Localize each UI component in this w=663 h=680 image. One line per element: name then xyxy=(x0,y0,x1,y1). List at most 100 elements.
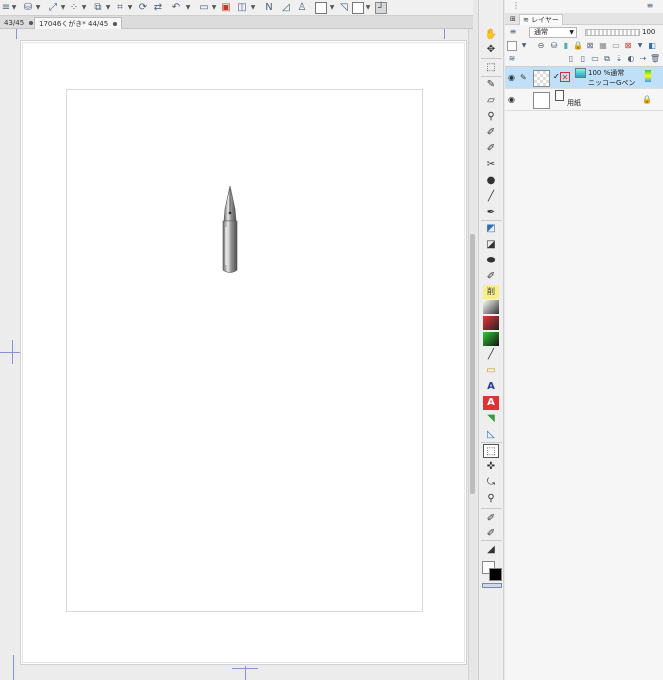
transparent-color-swatch[interactable] xyxy=(482,583,502,588)
layers-icon[interactable]: ≋ xyxy=(507,54,517,64)
trash-icon[interactable]: 🗑 xyxy=(650,54,660,64)
close-dot-icon[interactable] xyxy=(29,21,34,25)
link-icon[interactable]: ⤿ xyxy=(483,476,499,490)
layer-color-swatch-icon[interactable]: ◧ xyxy=(647,41,657,51)
pen-icon[interactable]: ✎ xyxy=(483,78,499,92)
gradient-icon[interactable] xyxy=(483,300,499,314)
folder-icon[interactable]: ▭ xyxy=(198,2,210,14)
perspective-icon[interactable]: ◿ xyxy=(280,2,292,14)
panel-grip-icon[interactable]: ⋮ xyxy=(511,1,521,11)
red-gradient-icon[interactable] xyxy=(483,316,499,330)
dropdown-arrow[interactable]: ▼ xyxy=(250,3,256,13)
fill-correct-icon[interactable]: 削 xyxy=(483,285,499,299)
fill-box-icon[interactable] xyxy=(315,2,327,14)
green-gradient-icon[interactable] xyxy=(483,332,499,346)
scissors-icon[interactable]: ✂ xyxy=(483,158,499,172)
flip-icon[interactable]: ⇄ xyxy=(152,2,164,14)
merge-down-icon[interactable]: ⇣ xyxy=(614,54,624,64)
fill-icon[interactable]: ◩ xyxy=(483,222,499,236)
sub-pen-icon[interactable]: ✐ xyxy=(483,512,499,526)
layer-menu-icon[interactable]: ≡ xyxy=(508,27,518,37)
marker-icon[interactable]: ✐ xyxy=(483,270,499,284)
drop-icon[interactable]: ● xyxy=(483,174,499,188)
frame-border-icon[interactable]: ▭ xyxy=(483,364,499,378)
balloon-text-icon[interactable]: A xyxy=(483,396,499,410)
chevron-down-icon[interactable]: ▼ xyxy=(635,41,645,51)
dropdown-arrow[interactable]: ▼ xyxy=(329,3,335,13)
balloon-icon[interactable]: ◥ xyxy=(483,412,499,426)
lock-icon[interactable]: 🔒 xyxy=(642,95,652,104)
rotate-icon[interactable]: ⟳ xyxy=(137,2,149,14)
dropdown-arrow[interactable]: ▼ xyxy=(35,3,41,13)
vertical-scrollbar[interactable] xyxy=(468,29,476,680)
transform-icon[interactable]: ⤢ xyxy=(47,2,59,14)
line-icon[interactable]: ╱ xyxy=(483,348,499,362)
layer-row-gpen[interactable]: ◉ ✎ ✓ ✕ 100 %通常 ニッコーGペン xyxy=(505,67,663,89)
bucket-icon[interactable]: ⛁ xyxy=(22,2,34,14)
dropdown-arrow[interactable]: ▼ xyxy=(365,3,371,13)
lock-transparent-icon[interactable]: ⊠ xyxy=(585,41,595,51)
expression-color-icon[interactable] xyxy=(507,41,517,51)
blend-mode-select[interactable]: 通常 ▼ xyxy=(529,27,577,38)
text-icon[interactable]: A xyxy=(483,380,499,394)
close-dot-icon[interactable] xyxy=(113,22,118,26)
pipette-icon[interactable]: ⚲ xyxy=(483,492,499,506)
opacity-value[interactable]: 100 xyxy=(642,27,656,38)
eyedropper-icon[interactable]: ✒ xyxy=(483,206,499,220)
dropdown-arrow[interactable]: ▼ xyxy=(127,3,133,13)
box-icon[interactable] xyxy=(352,2,364,14)
undo-icon[interactable]: ↶ xyxy=(170,2,182,14)
dropdown-arrow[interactable]: ▼ xyxy=(81,3,87,13)
new-raster-icon[interactable]: ▯ xyxy=(566,54,576,64)
dropdown-arrow[interactable]: ▼ xyxy=(11,3,17,13)
airbrush-icon[interactable]: ✐ xyxy=(483,142,499,156)
object-icon[interactable]: ✜ xyxy=(483,460,499,474)
sub-pencil-icon[interactable]: ✐ xyxy=(483,527,499,541)
reference-icon[interactable]: ⛁ xyxy=(549,41,559,51)
tab-layer-property[interactable]: ⊞ xyxy=(507,14,519,25)
dropdown-arrow[interactable]: ▼ xyxy=(185,3,191,13)
tab-current[interactable]: 17046くがき* 44/45 xyxy=(34,17,123,29)
stamp-icon[interactable]: ⚲ xyxy=(483,110,499,124)
frame-icon[interactable]: ┘ xyxy=(375,2,387,14)
dropdown-arrow[interactable]: ▼ xyxy=(60,3,66,13)
image-icon[interactable]: ▣ xyxy=(220,2,232,14)
person-icon[interactable]: ♙ xyxy=(296,2,308,14)
move-icon[interactable]: ✥ xyxy=(483,43,499,57)
clip-icon[interactable]: ⊖ xyxy=(536,41,546,51)
tab-previous[interactable]: 43/45 xyxy=(0,17,37,29)
tab-layer[interactable]: ≋ レイヤー xyxy=(519,14,563,25)
ruler-tool-icon[interactable]: ◺ xyxy=(483,428,499,442)
diagonal-icon[interactable]: ◹ xyxy=(338,2,350,14)
new-folder-icon[interactable]: ▭ xyxy=(590,54,600,64)
ruler-icon[interactable]: N xyxy=(263,2,275,14)
operation-icon[interactable]: ⬚ xyxy=(483,444,499,458)
palette-icon[interactable]: ▮ xyxy=(561,41,571,51)
dotted-select-icon[interactable]: ⁘ xyxy=(68,2,80,14)
ink-blob-icon[interactable]: ⬬ xyxy=(483,254,499,268)
brush-icon[interactable]: ✐ xyxy=(483,126,499,140)
curve-icon[interactable]: ◢ xyxy=(483,543,499,557)
foreground-color-swatch[interactable] xyxy=(489,568,502,581)
camera-icon[interactable]: ◫ xyxy=(236,2,248,14)
close-gap-icon[interactable]: ◪ xyxy=(483,238,499,252)
mask-add-icon[interactable]: ◐ xyxy=(626,54,636,64)
delete-mask-icon[interactable]: ⊠ xyxy=(623,41,633,51)
dropdown-arrow[interactable]: ▼ xyxy=(105,3,111,13)
layer-row-paper[interactable]: ◉ 用紙 🔒 xyxy=(505,89,663,111)
mask-disabled-icon[interactable]: ✕ xyxy=(560,72,570,82)
copy-layer-icon[interactable]: ⧉ xyxy=(92,2,104,14)
panel-menu-icon[interactable]: ≡ xyxy=(645,1,655,11)
eye-icon[interactable]: ◉ xyxy=(508,95,517,104)
dropdown-arrow[interactable]: ▼ xyxy=(211,3,217,13)
copy-layer-icon[interactable]: ⧉ xyxy=(602,54,612,64)
move-layer-icon[interactable]: ⇢ xyxy=(638,54,648,64)
mask-icon[interactable]: ▦ xyxy=(598,41,608,51)
chevron-down-icon[interactable]: ▼ xyxy=(519,41,529,51)
blend-icon[interactable]: ╱ xyxy=(483,190,499,204)
layer-color-icon[interactable]: ▭ xyxy=(611,41,621,51)
new-vector-icon[interactable]: ▯ xyxy=(578,54,588,64)
eraser-icon[interactable]: ▱ xyxy=(483,94,499,108)
hand-icon[interactable]: ✋ xyxy=(483,28,499,42)
brush-icon[interactable]: ✎ xyxy=(520,73,529,82)
